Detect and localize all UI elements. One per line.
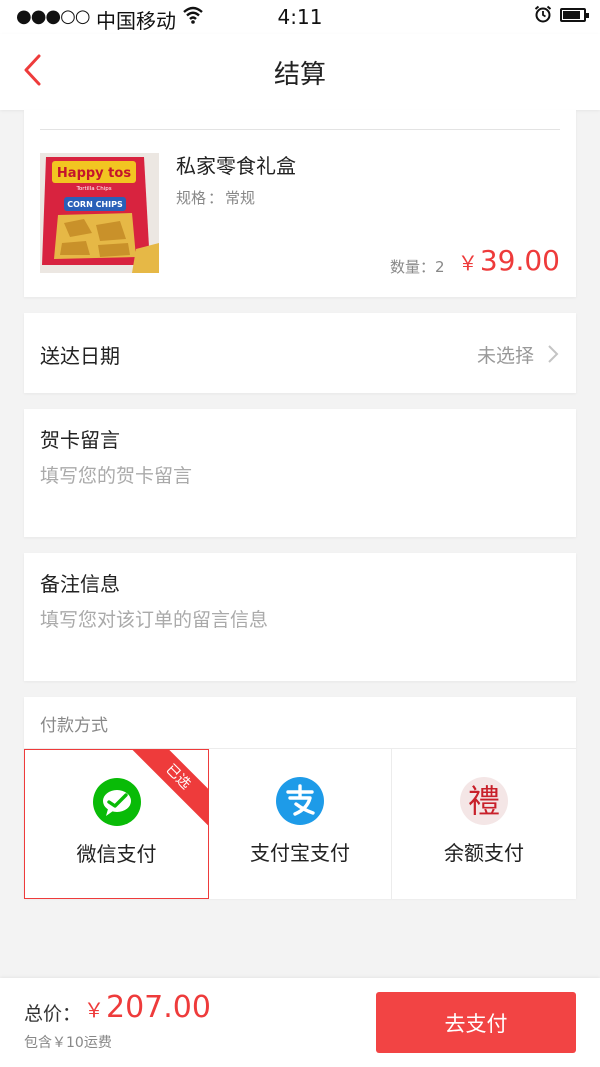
image-brand-text: Happy tos <box>57 166 131 181</box>
quantity-value: 2 <box>435 258 445 276</box>
payment-method-section: 付款方式 微信支付 已选 支付宝支付 禮 余额支付 <box>24 697 576 899</box>
greeting-card-section: 贺卡留言 <box>24 409 576 537</box>
shipping-fee-note: 包含￥10运费 <box>24 1035 112 1051</box>
balance-pay-label: 余额支付 <box>444 841 524 865</box>
order-note-label: 备注信息 <box>40 572 120 596</box>
divider <box>40 129 560 130</box>
pay-button[interactable]: 去支付 <box>376 992 576 1053</box>
alipay-label: 支付宝支付 <box>250 841 350 865</box>
greeting-card-label: 贺卡留言 <box>40 428 120 452</box>
product-image[interactable]: Happy tos Tortilla Chips CORN CHIPS <box>40 153 159 273</box>
balance-li-icon: 禮 <box>460 777 508 825</box>
image-tagline-text: Tortilla Chips <box>75 186 111 192</box>
balance-pay-option[interactable]: 禮 余额支付 <box>392 749 576 899</box>
product-price: ￥39.00 <box>458 244 560 277</box>
order-note-section: 备注信息 <box>24 553 576 681</box>
delivery-date-row[interactable]: 送达日期 未选择 <box>24 313 576 393</box>
chevron-right-icon <box>546 343 560 365</box>
product-spec: 规格：常规 <box>176 187 255 208</box>
wechat-pay-option[interactable]: 微信支付 已选 <box>24 749 209 899</box>
product-spec-value: 常规 <box>225 189 256 207</box>
status-time: 4:11 <box>277 5 323 29</box>
battery-icon <box>560 8 589 22</box>
price-value: 39.00 <box>479 244 560 277</box>
alarm-icon <box>533 4 553 29</box>
product-spec-separator: ： <box>208 189 224 207</box>
total-price-label: 总价： <box>24 1003 82 1025</box>
quantity-label: 数量： <box>390 258 436 276</box>
alipay-icon <box>276 777 324 825</box>
wechat-pay-label: 微信支付 <box>76 842 157 866</box>
payment-method-label: 付款方式 <box>40 716 108 736</box>
product-spec-label: 规格 <box>176 189 207 207</box>
balance-li-glyph: 禮 <box>468 782 500 820</box>
wechat-pay-icon <box>92 778 141 826</box>
total-price: ￥207.00 <box>84 990 211 1025</box>
alipay-option[interactable]: 支付宝支付 <box>209 749 392 899</box>
page-title: 结算 <box>273 60 326 90</box>
price-currency: ￥ <box>457 251 478 275</box>
product-quantity: 数量：2 <box>390 256 445 277</box>
delivery-date-value: 未选择 <box>476 345 534 367</box>
image-banner-text: CORN CHIPS <box>67 200 123 209</box>
product-name: 私家零食礼盒 <box>176 154 296 178</box>
nav-bar: 结算 <box>0 34 600 110</box>
total-currency: ￥ <box>84 998 104 1022</box>
total-price-value: 207.00 <box>106 990 211 1025</box>
payment-options: 微信支付 已选 支付宝支付 禮 余额支付 <box>24 748 576 899</box>
delivery-date-label: 送达日期 <box>40 344 120 368</box>
status-bar: ●●●○○ 中国移动 4:11 <box>0 0 600 34</box>
product-card: Happy tos Tortilla Chips CORN CHIPS 私家零食… <box>24 110 576 297</box>
checkout-bar: 总价： ￥207.00 包含￥10运费 去支付 <box>0 978 600 1067</box>
greeting-card-input[interactable] <box>40 465 560 487</box>
battery-level <box>563 11 580 19</box>
order-note-input[interactable] <box>40 609 560 631</box>
